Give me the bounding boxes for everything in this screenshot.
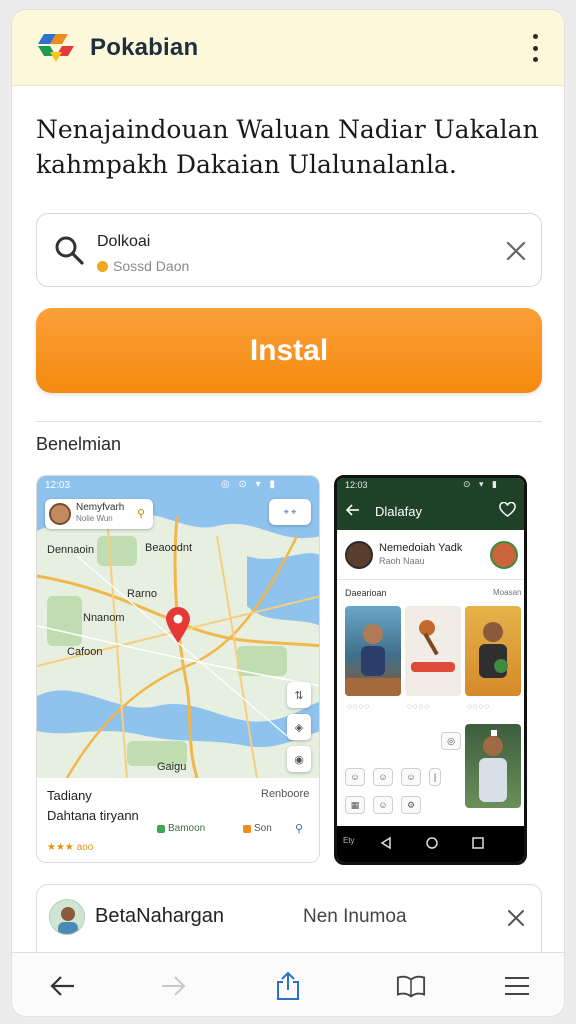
map-chip[interactable]: Son <box>243 823 272 834</box>
chip-dot-icon <box>157 824 165 833</box>
chat-icon[interactable]: ☺ <box>373 796 393 814</box>
back-arrow-icon[interactable] <box>345 502 361 518</box>
tag-icon: ⚲ <box>137 508 146 520</box>
section-label: Benelmian <box>36 434 122 454</box>
tile-caption: ◌◌◌◌ <box>347 702 371 711</box>
photo-tile[interactable] <box>345 606 401 696</box>
close-icon[interactable] <box>507 909 525 927</box>
app-frame: Pokabian Nenajaindouan Waluan Nadiar Uak… <box>12 10 564 1016</box>
map-user-name: Nemyfvarh <box>76 502 125 513</box>
map-label: Cafoon <box>67 646 103 658</box>
map-label: Rarno <box>127 588 157 600</box>
app-logo-icon <box>38 34 74 62</box>
page-headline: Nenajaindouan Waluan Nadiar Uakalan kahm… <box>36 115 539 179</box>
more-icon[interactable]: | <box>429 768 441 786</box>
hamburger-menu-icon[interactable] <box>502 971 532 1001</box>
map-footer: Tadiany Renboore Dahtana tiryann Bamoon … <box>37 778 319 862</box>
map-rating: ★★★ aoo <box>47 842 94 853</box>
map-label: Dennaoin <box>47 544 95 556</box>
map-chip-label: Bamoon <box>168 823 206 834</box>
avatar <box>345 541 373 569</box>
phone-profile-name: Nemedoiah Yadk <box>379 542 463 554</box>
location-dot-icon <box>97 260 108 272</box>
map-pin-icon[interactable] <box>165 606 191 644</box>
person-avatar-icon <box>58 907 78 934</box>
map-compass-button[interactable]: ◈ <box>287 714 311 740</box>
mic-photo-icon <box>411 620 455 672</box>
phone-profile-sub: Raoh Naau <box>379 556 425 566</box>
map-user-card[interactable]: Nemyfvarh Nolie Wun ⚲ <box>45 499 153 529</box>
search-subtitle-text: Sossd Daon <box>113 258 190 274</box>
map-status-icons: ◎ ⊙ ▾ ▮ <box>221 479 278 490</box>
app-title: Pokabian <box>90 34 199 61</box>
install-button[interactable]: Instal <box>36 308 542 393</box>
person-photo-icon <box>479 730 507 802</box>
heart-icon[interactable] <box>499 502 516 518</box>
book-icon[interactable] <box>396 971 426 1001</box>
tile-caption: ◌◌◌◌ <box>467 702 491 711</box>
map-footer-title: Tadiany <box>47 788 92 803</box>
phone-section-label: Daearioan <box>345 588 387 598</box>
phone-app-bar: 12:03 ⊙ ▾ ▮ Dlalafay <box>337 478 524 530</box>
map-layers-button[interactable]: ◉ <box>287 746 311 772</box>
person-photo-icon <box>479 622 508 678</box>
nav-home-icon[interactable] <box>425 836 439 850</box>
map-status-time: 12:03 <box>45 480 71 491</box>
nav-recent-icon[interactable] <box>471 836 485 850</box>
photo-tile[interactable] <box>405 606 461 696</box>
phone-section-right: Moasan <box>493 588 522 597</box>
phone-nav-label: Ety <box>343 836 355 845</box>
chat-icon[interactable]: ☺ <box>401 768 421 786</box>
map-label: Nnanom <box>83 612 125 624</box>
tile-caption: ◌◌◌◌ <box>407 702 431 711</box>
phone-nav-bar: Ety <box>337 826 524 862</box>
map-route-button[interactable]: ⇅ <box>287 682 311 708</box>
avatar <box>49 899 85 935</box>
chat-icon[interactable]: ☺ <box>345 768 365 786</box>
share-icon[interactable] <box>273 971 303 1001</box>
map-footer-name: Dahtana tiryann <box>47 808 139 823</box>
arrow-right-icon[interactable] <box>158 971 188 1001</box>
arrow-left-icon[interactable] <box>48 971 78 1001</box>
search-icon <box>55 236 84 265</box>
map-label: Beaoodnt <box>145 542 193 554</box>
chip-dot-icon <box>243 824 251 833</box>
photo-tile[interactable] <box>465 724 521 808</box>
notification-message: Nen Inumoa <box>303 906 407 927</box>
phone-status-icons: ⊙ ▾ ▮ <box>463 479 501 489</box>
kebab-menu-icon[interactable] <box>520 32 550 64</box>
close-icon[interactable] <box>503 238 529 264</box>
screenshot-phone[interactable]: 12:03 ⊙ ▾ ▮ Dlalafay Nemedoiah Yadk Raoh… <box>334 475 527 865</box>
search-query: Dolkoai <box>97 233 151 250</box>
map-footer-right: Renboore <box>261 788 310 800</box>
screenshot-map[interactable]: 12:03 ◎ ⊙ ▾ ▮ Nemyfvarh Nolie Wun ⚲ ⌖ ⌖ … <box>36 475 320 863</box>
photo-tile[interactable] <box>465 606 521 696</box>
search-field[interactable]: Dolkoai Sossd Daon <box>36 213 542 287</box>
notification-name: BetaNahargan <box>95 905 224 927</box>
avatar <box>49 503 71 525</box>
divider <box>36 421 542 422</box>
phone-profile-row[interactable]: Nemedoiah Yadk Raoh Naau <box>337 530 524 580</box>
nav-back-icon[interactable] <box>379 836 393 850</box>
map-location-button[interactable]: ⌖ ⌖ <box>269 499 311 525</box>
map-chip-label: Son <box>254 823 272 834</box>
map-chip[interactable]: Bamoon <box>157 823 205 834</box>
app-header: Pokabian <box>12 10 564 86</box>
grid-icon[interactable]: ▦ <box>345 796 365 814</box>
settings-icon[interactable]: ⚙ <box>401 796 421 814</box>
map-label: Gaigu <box>157 761 187 773</box>
chat-icon[interactable]: ☺ <box>373 768 393 786</box>
map-user-sub: Nolie Wun <box>76 514 113 523</box>
search-icon[interactable]: ⚲ <box>295 822 303 835</box>
bottom-toolbar <box>12 952 564 1016</box>
avatar <box>490 541 518 569</box>
phone-status-time: 12:03 <box>345 480 368 490</box>
pin-button-icon[interactable]: ◎ <box>441 732 461 750</box>
search-subtitle: Sossd Daon <box>97 258 189 274</box>
phone-title: Dlalafay <box>375 504 422 519</box>
person-photo-icon <box>345 624 401 696</box>
